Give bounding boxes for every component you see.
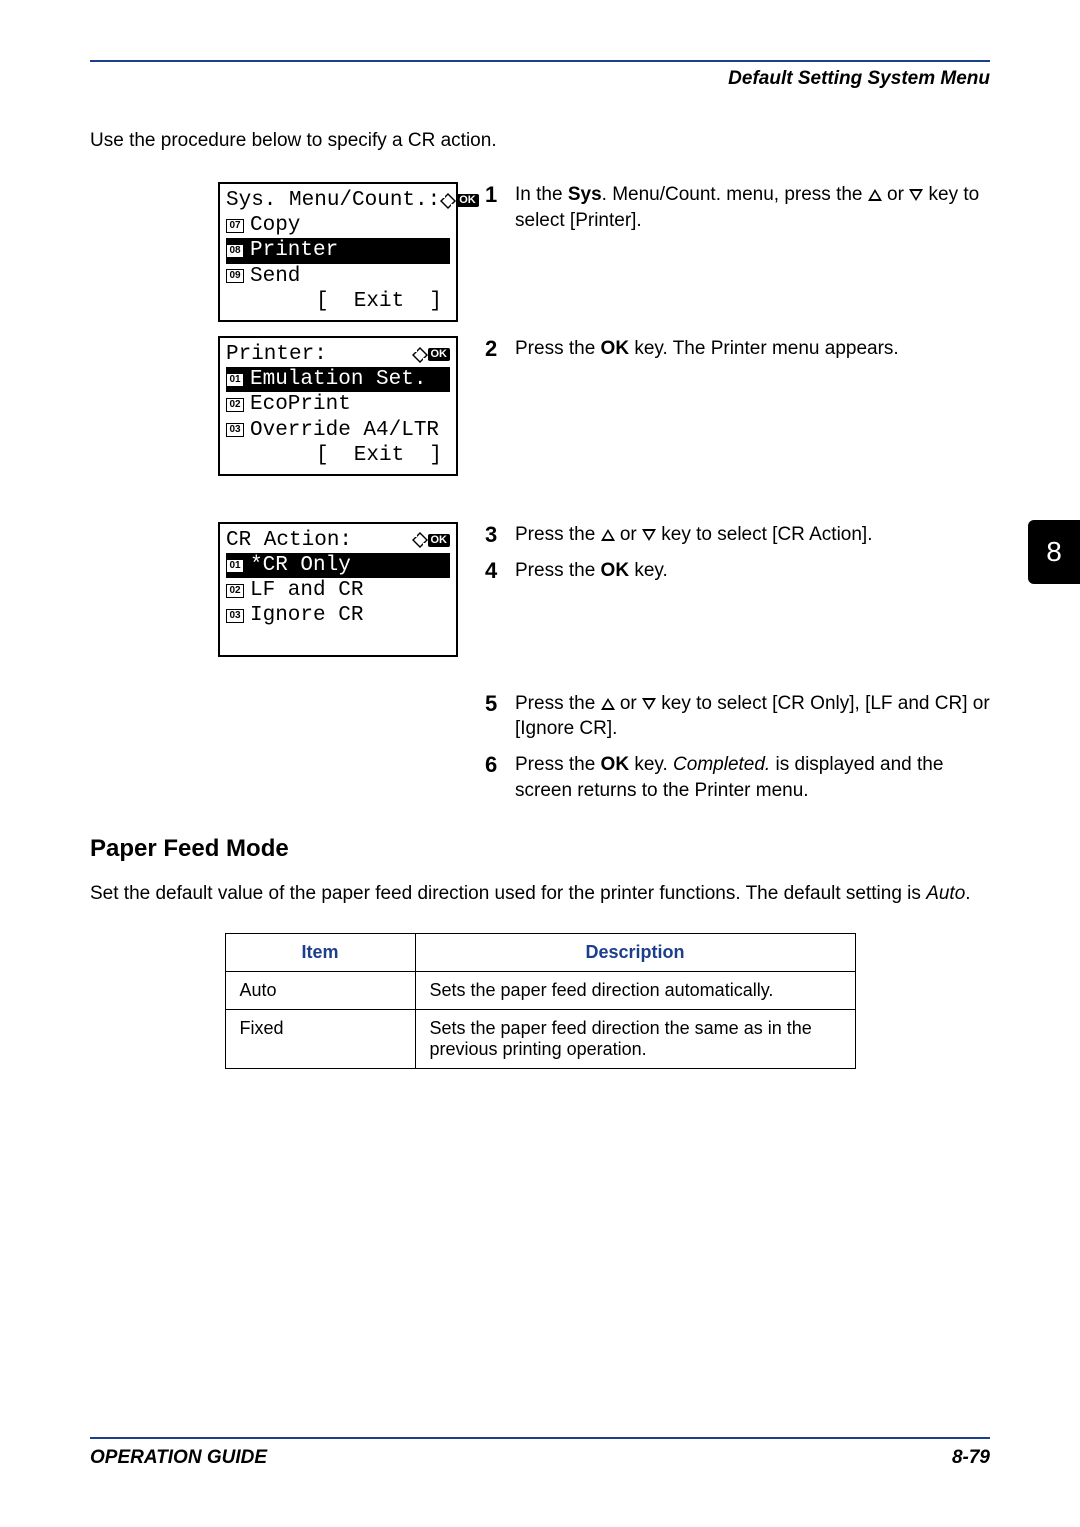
step-3: 3 Press the or key to select [CR Action]… (485, 522, 990, 548)
item-number: 02 (226, 584, 244, 598)
screen-title: Sys. Menu/Count.: (226, 188, 440, 213)
step-number: 1 (485, 182, 499, 233)
step-text: Press the or key to select [CR Only], [L… (515, 691, 990, 742)
menu-item-selected: 01 *CR Only (226, 553, 450, 578)
menu-item: 02 EcoPrint (226, 392, 450, 417)
footer-rule (90, 1437, 990, 1439)
lcd-screen-printer: Printer: OK 01Emulation Set. 02EcoPrint … (218, 336, 458, 476)
item-label: Emulation Set. (250, 367, 426, 392)
down-arrow-icon (909, 189, 923, 201)
item-number: 02 (226, 398, 244, 412)
step-4: 4 Press the OK key. (485, 558, 990, 584)
step-text: Press the OK key. (515, 558, 990, 584)
step-1: 1 In the Sys. Menu/Count. menu, press th… (485, 182, 990, 233)
nav-diamond-icon (412, 532, 428, 548)
ok-icon: OK (428, 534, 451, 547)
lcd-screen-sysmenu: Sys. Menu/Count.: OK 07Copy 08Printer 09… (218, 182, 458, 322)
lcd-screen-craction: CR Action: OK 01 *CR Only 02 LF and CR 03 I… (218, 522, 458, 657)
down-arrow-icon (642, 529, 656, 541)
nav-diamond-icon (412, 347, 428, 363)
item-label: *CR Only (250, 553, 351, 578)
step-number: 6 (485, 752, 499, 803)
item-number: 08 (226, 244, 244, 258)
item-label: LF and CR (250, 578, 363, 603)
step-text: In the Sys. Menu/Count. menu, press the … (515, 182, 990, 233)
menu-item-selected: 01 Emulation Set. (226, 367, 450, 392)
step-number: 2 (485, 336, 499, 362)
chapter-tab: 8 (1028, 520, 1080, 584)
item-label: EcoPrint (250, 392, 351, 417)
menu-item-selected: 08 Printer (226, 238, 450, 263)
step-number: 4 (485, 558, 499, 584)
exit-label: [ Exit ] (226, 289, 450, 314)
step-5: 5 Press the or key to select [CR Only], … (485, 691, 990, 742)
nav-diamond-icon (440, 193, 456, 209)
top-rule (90, 60, 990, 62)
item-label: Ignore CR (250, 603, 363, 628)
section-heading: Paper Feed Mode (90, 835, 990, 863)
ok-icon: OK (456, 194, 479, 207)
menu-item: 07 Copy (226, 213, 450, 238)
step-text: Press the OK key. Completed. is displaye… (515, 752, 990, 803)
table-header-description: Description (415, 934, 855, 972)
step-number: 3 (485, 522, 499, 548)
item-number: 03 (226, 609, 244, 623)
footer-right: 8-79 (952, 1447, 990, 1469)
up-arrow-icon (601, 529, 615, 541)
menu-item: 09 Send (226, 264, 450, 289)
page-header: Default Setting System Menu (90, 68, 990, 90)
table-row: Auto Sets the paper feed direction autom… (225, 972, 855, 1010)
table-header-item: Item (225, 934, 415, 972)
item-number: 07 (226, 219, 244, 233)
menu-item: 03 Override A4/LTR (226, 418, 450, 443)
up-arrow-icon (868, 189, 882, 201)
item-label: Printer (250, 238, 338, 263)
paper-feed-table: Item Description Auto Sets the paper fee… (225, 933, 856, 1069)
step-number: 5 (485, 691, 499, 742)
up-arrow-icon (601, 698, 615, 710)
item-number: 01 (226, 373, 244, 387)
step-text: Press the OK key. The Printer menu appea… (515, 336, 990, 362)
table-cell-item: Fixed (225, 1010, 415, 1069)
item-number: 03 (226, 423, 244, 437)
step-6: 6 Press the OK key. Completed. is displa… (485, 752, 990, 803)
footer-left: OPERATION GUIDE (90, 1447, 267, 1469)
table-row: Fixed Sets the paper feed direction the … (225, 1010, 855, 1069)
screen-title: CR Action: (226, 528, 352, 553)
item-label: Send (250, 264, 300, 289)
menu-item: 03 Ignore CR (226, 603, 450, 628)
item-label: Copy (250, 213, 300, 238)
step-2: 2 Press the OK key. The Printer menu app… (485, 336, 990, 362)
menu-item: 02 LF and CR (226, 578, 450, 603)
item-number: 01 (226, 559, 244, 573)
item-label: Override A4/LTR (250, 418, 439, 443)
item-number: 09 (226, 269, 244, 283)
table-cell-item: Auto (225, 972, 415, 1010)
page-footer: OPERATION GUIDE 8-79 (90, 1437, 990, 1469)
step-text: Press the or key to select [CR Action]. (515, 522, 990, 548)
section-intro: Set the default value of the paper feed … (90, 883, 990, 905)
exit-label: [ Exit ] (226, 443, 450, 468)
ok-icon: OK (428, 348, 451, 361)
down-arrow-icon (642, 698, 656, 710)
table-cell-desc: Sets the paper feed direction automatica… (415, 972, 855, 1010)
intro-text: Use the procedure below to specify a CR … (90, 130, 990, 152)
screen-title: Printer: (226, 342, 327, 367)
table-cell-desc: Sets the paper feed direction the same a… (415, 1010, 855, 1069)
